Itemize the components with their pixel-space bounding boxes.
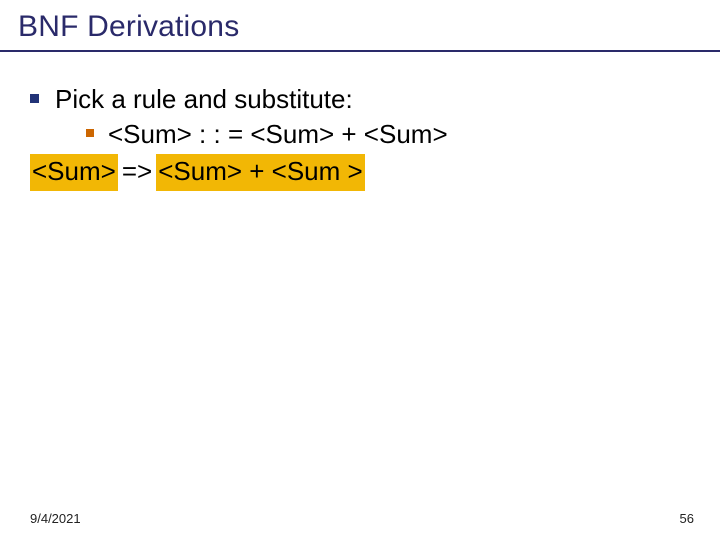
slide-content: Pick a rule and substitute: <Sum> : : = … [0, 52, 720, 191]
slide-title: BNF Derivations [0, 0, 720, 50]
derivation-arrow: => [118, 154, 156, 191]
derivation-lhs-highlight: <Sum> [30, 154, 118, 191]
footer-date: 9/4/2021 [30, 511, 81, 526]
sub-bullet-item-1-text: <Sum> : : = <Sum> + <Sum> [108, 117, 448, 152]
derivation-line: <Sum>=><Sum> + <Sum > [30, 154, 690, 191]
footer-page-number: 56 [680, 511, 694, 526]
square-bullet-icon [86, 129, 94, 137]
slide-footer: 9/4/2021 56 [0, 511, 720, 526]
sub-bullet-item-1: <Sum> : : = <Sum> + <Sum> [86, 117, 690, 152]
bullet-item-1: Pick a rule and substitute: [30, 82, 690, 117]
bullet-item-1-text: Pick a rule and substitute: [55, 82, 353, 117]
square-bullet-icon [30, 94, 39, 103]
derivation-rhs-highlight: <Sum> + <Sum > [156, 154, 365, 191]
